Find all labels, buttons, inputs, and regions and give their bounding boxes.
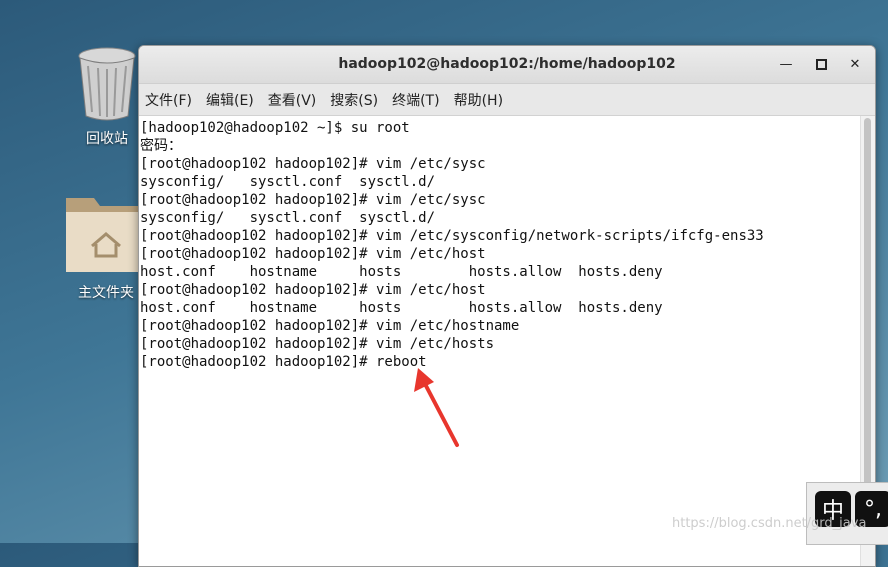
- red-arrow-annotation: [414, 368, 459, 447]
- input-method-panel[interactable]: 中 °,: [806, 482, 888, 545]
- watermark: https://blog.csdn.net/grd_java: [672, 516, 867, 531]
